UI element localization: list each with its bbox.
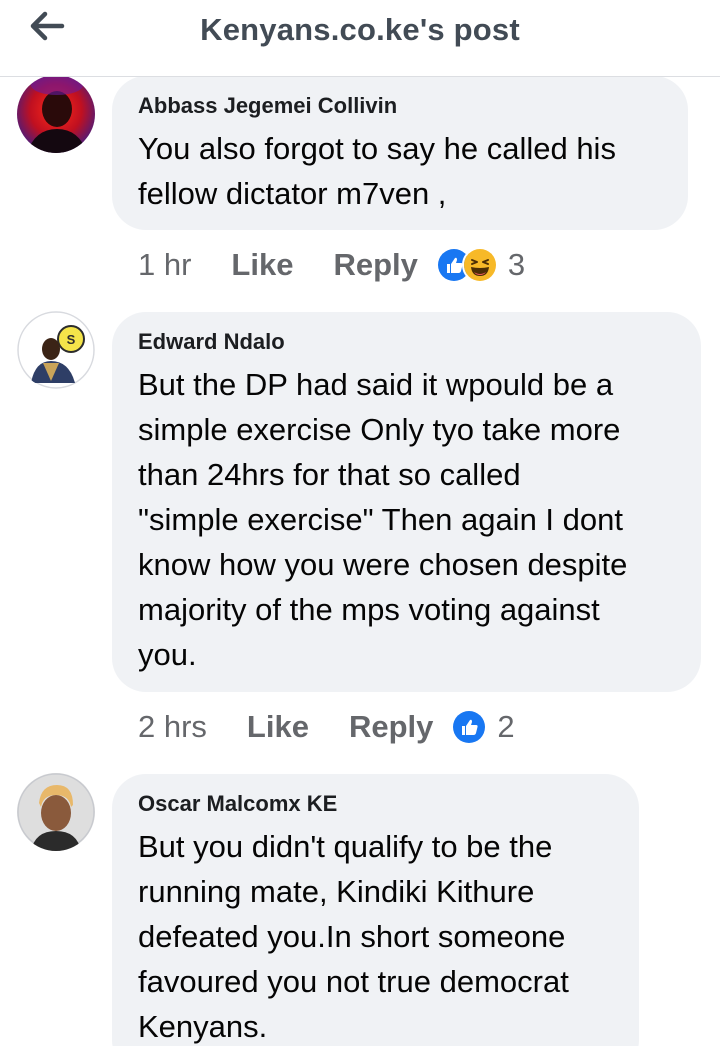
- avatar[interactable]: [17, 75, 95, 153]
- comment-text-line: than 24hrs for that so called: [138, 457, 521, 492]
- comment-author[interactable]: Edward Ndalo: [138, 328, 675, 356]
- comment-text: You also forgot to say he called his fel…: [138, 126, 662, 216]
- avatar[interactable]: S: [17, 311, 95, 389]
- comment-timestamp[interactable]: 2 hrs: [138, 709, 207, 745]
- comment-text-line: majority of the mps voting against: [138, 592, 600, 627]
- haha-reaction-icon: [461, 247, 498, 283]
- top-bar: Kenyans.co.ke's post: [0, 0, 720, 77]
- comment-text-line: know how you were chosen despite: [138, 547, 628, 582]
- comment-text-line: you.: [138, 637, 197, 672]
- comment-text-line: "simple exercise" Then again I dont: [138, 502, 623, 537]
- comment-text-line: You also forgot to say he called his: [138, 131, 616, 166]
- page-title: Kenyans.co.ke's post: [200, 12, 520, 47]
- comment-text-line: Kenyans.: [138, 1009, 268, 1044]
- comment-text-line: running mate, Kindiki Kithure: [138, 874, 535, 909]
- like-reaction-icon: [451, 709, 488, 745]
- like-button[interactable]: Like: [247, 709, 309, 745]
- comment-text-line: simple exercise Only tyo take more: [138, 412, 621, 447]
- comment-author[interactable]: Abbass Jegemei Collivin: [138, 92, 662, 120]
- comment-text: But the DP had said it wpould be a simpl…: [138, 362, 675, 677]
- reaction-count: 3: [507, 247, 526, 282]
- comment-text: But you didn't qualify to be the running…: [138, 824, 613, 1046]
- reaction-count: 2: [497, 709, 515, 744]
- comments-page: Kenyans.co.ke's post Abbass Jegemei Coll: [0, 0, 720, 1046]
- reply-button[interactable]: Reply: [333, 247, 417, 283]
- reply-button[interactable]: Reply: [349, 709, 433, 745]
- comment-actions: 1 hr Like Reply 3: [138, 245, 525, 285]
- comment-bubble: Abbass Jegemei Collivin You also forgot …: [112, 76, 688, 230]
- comment-text-line: favoured you not true democrat: [138, 964, 569, 999]
- comment-bubble: Edward Ndalo But the DP had said it wpou…: [112, 312, 701, 692]
- reaction-summary[interactable]: 2: [451, 709, 515, 745]
- comment-timestamp[interactable]: 1 hr: [138, 247, 191, 283]
- comment-text-line: defeated you.In short someone: [138, 919, 566, 954]
- avatar[interactable]: [17, 773, 95, 851]
- comment-text-line: But the DP had said it wpould be a: [138, 367, 614, 402]
- like-button[interactable]: Like: [231, 247, 293, 283]
- svg-text:S: S: [67, 332, 76, 347]
- comment-text-line: But you didn't qualify to be the: [138, 829, 553, 864]
- comment-bubble: Oscar Malcomx KE But you didn't qualify …: [112, 774, 639, 1046]
- comment-text-line: fellow dictator m7ven ,: [138, 176, 447, 211]
- reaction-summary[interactable]: 3: [435, 247, 526, 283]
- comment-author[interactable]: Oscar Malcomx KE: [138, 790, 613, 818]
- comment-actions: 2 hrs Like Reply 2: [138, 707, 515, 747]
